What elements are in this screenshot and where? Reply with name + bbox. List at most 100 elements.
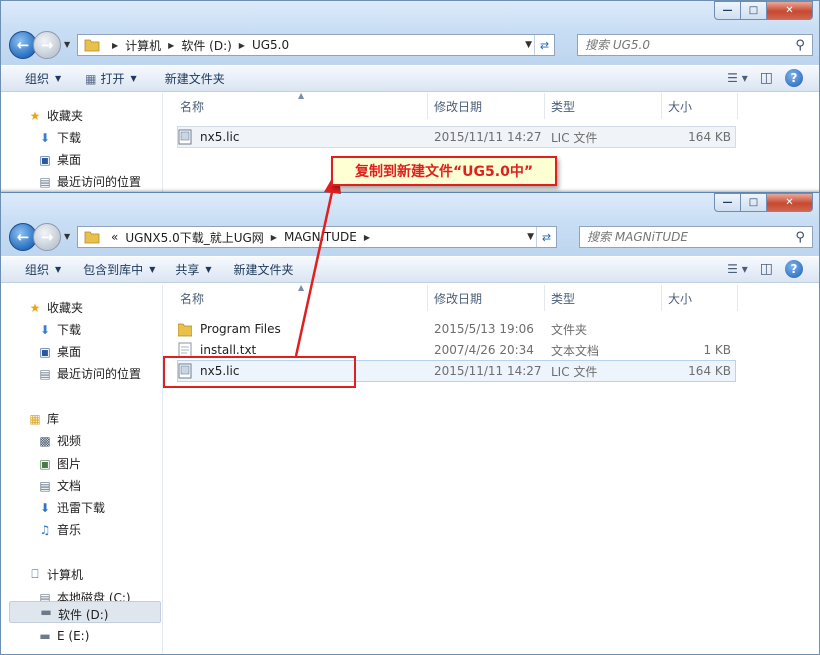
nav-label: 最近访问的位置	[57, 175, 142, 189]
share-menu[interactable]: 共享 ▼	[167, 261, 219, 278]
computer-icon: ⎕	[31, 567, 39, 581]
new-folder-button[interactable]: 新建文件夹	[157, 70, 233, 87]
help-icon[interactable]: ?	[785, 260, 803, 278]
address-dropdown-icon[interactable]: ▼	[527, 232, 534, 242]
search-box[interactable]: ⚲	[579, 226, 813, 248]
nav-drive-d[interactable]: ▬ 软件 (D:)	[9, 601, 161, 623]
caret-down-icon: ▼	[130, 74, 137, 83]
file-modified: 2015/11/11 14:27	[434, 364, 542, 378]
breadcrumb-drive-d[interactable]: 软件 (D:)	[181, 37, 231, 54]
column-header-modified[interactable]: 修改日期	[428, 285, 545, 311]
share-label: 共享	[175, 263, 200, 277]
nav-recent-places[interactable]: ▤ 最近访问的位置	[39, 173, 142, 190]
open-file-icon: ▦	[85, 71, 97, 86]
refresh-icon[interactable]: ⇄	[536, 227, 556, 247]
breadcrumb-separator-icon[interactable]: ▶	[364, 233, 370, 242]
breadcrumb-separator-icon: ▶	[112, 40, 119, 50]
nav-computer[interactable]: ⎕ 计算机	[31, 566, 83, 583]
address-bar[interactable]: ▶ 计算机 ▶ 软件 (D:) ▶ UG5.0 ▼ ⇄	[77, 34, 555, 56]
minimize-button[interactable]: —	[714, 1, 741, 20]
column-label: 修改日期	[434, 291, 483, 306]
nav-label: 桌面	[57, 345, 82, 359]
view-options-icon[interactable]: ☰ ▾	[727, 71, 748, 85]
nav-thunder-downloads[interactable]: ⬇ 迅雷下载	[40, 499, 106, 516]
window-controls: — □ ✕	[714, 193, 813, 212]
maximize-button[interactable]: □	[741, 193, 767, 212]
nav-drive-e[interactable]: ▬ E (E:)	[39, 629, 89, 643]
forward-button[interactable]: →	[33, 223, 61, 251]
search-input[interactable]	[580, 230, 796, 244]
column-header-type[interactable]: 类型	[545, 285, 662, 311]
view-options-icon[interactable]: ☰ ▾	[727, 262, 748, 276]
close-button[interactable]: ✕	[767, 1, 813, 20]
column-label: 类型	[551, 291, 576, 306]
nav-favorites[interactable]: ★ 收藏夹	[30, 299, 83, 316]
preview-pane-icon[interactable]: ◫	[760, 261, 773, 277]
nav-music[interactable]: ♫ 音乐	[40, 521, 81, 538]
nav-favorites[interactable]: ★ 收藏夹	[30, 107, 83, 124]
breadcrumb-ugnx-download[interactable]: UGNX5.0下载_就上UG网	[125, 229, 263, 246]
include-in-library-label: 包含到库中	[83, 263, 144, 277]
nav-videos[interactable]: ▩ 视频	[39, 432, 82, 449]
maximize-button[interactable]: □	[741, 1, 767, 20]
search-icon[interactable]: ⚲	[795, 38, 812, 53]
nav-recent-places[interactable]: ▤ 最近访问的位置	[39, 365, 142, 382]
file-row[interactable]: nx5.lic 2015/11/11 14:27 LIC 文件 164 KB	[177, 126, 736, 148]
column-header-size[interactable]: 大小	[662, 285, 738, 311]
organize-menu[interactable]: 组织 ▼	[17, 70, 69, 87]
file-modified: 2015/11/11 14:27	[434, 130, 542, 144]
nav-documents[interactable]: ▤ 文档	[39, 477, 81, 494]
address-dropdown-icon[interactable]: ▼	[525, 40, 532, 50]
new-folder-button[interactable]: 新建文件夹	[226, 261, 302, 278]
breadcrumb-separator-icon[interactable]: ▶	[239, 41, 245, 50]
open-menu[interactable]: ▦ 打开 ▼	[77, 70, 145, 87]
documents-icon: ▤	[39, 478, 51, 493]
organize-menu[interactable]: 组织 ▼	[17, 261, 69, 278]
music-icon: ♫	[39, 522, 51, 537]
breadcrumb-ug50[interactable]: UG5.0	[252, 38, 289, 52]
help-icon[interactable]: ?	[785, 69, 803, 87]
history-dropdown-icon[interactable]: ▼	[64, 40, 70, 49]
nav-label: 最近访问的位置	[57, 367, 142, 381]
column-header-size[interactable]: 大小	[662, 93, 738, 119]
search-icon[interactable]: ⚲	[795, 230, 812, 245]
column-header-name[interactable]: 名称 ▲	[174, 91, 428, 119]
column-label: 名称	[180, 99, 205, 114]
nav-downloads[interactable]: ⬇ 下载	[40, 129, 81, 146]
refresh-icon[interactable]: ⇄	[534, 35, 554, 55]
breadcrumb-overflow[interactable]: «	[111, 230, 118, 244]
organize-label: 组织	[25, 263, 50, 277]
include-in-library-menu[interactable]: 包含到库中 ▼	[75, 261, 163, 278]
column-header-modified[interactable]: 修改日期	[428, 93, 545, 119]
nav-pictures[interactable]: ▣ 图片	[39, 455, 81, 472]
command-bar: 组织 ▼ 包含到库中 ▼ 共享 ▼ 新建文件夹 ☰ ▾ ◫ ?	[1, 256, 819, 283]
column-header-name[interactable]: 名称 ▲	[174, 283, 428, 311]
breadcrumb-separator-icon[interactable]: ▶	[271, 233, 277, 242]
column-header-type[interactable]: 类型	[545, 93, 662, 119]
nav-desktop[interactable]: ▣ 桌面	[39, 343, 82, 360]
nav-downloads[interactable]: ⬇ 下载	[40, 321, 81, 338]
sort-ascending-icon: ▲	[298, 283, 305, 292]
forward-button[interactable]: →	[33, 31, 61, 59]
breadcrumb-computer[interactable]: 计算机	[125, 37, 161, 54]
history-dropdown-icon[interactable]: ▼	[64, 232, 70, 241]
drive-icon: ▬	[39, 629, 51, 643]
address-bar[interactable]: « UGNX5.0下载_就上UG网 ▶ MAGNiTUDE ▶ ▼ ⇄	[77, 226, 557, 248]
preview-pane-icon[interactable]: ◫	[760, 70, 773, 86]
column-label: 大小	[668, 291, 693, 306]
nav-libraries[interactable]: ▦ 库	[29, 410, 59, 427]
nav-label: 迅雷下载	[57, 501, 106, 515]
breadcrumb-magnitude[interactable]: MAGNiTUDE	[284, 230, 357, 244]
nav-label: 视频	[57, 434, 82, 448]
video-icon: ▩	[39, 433, 51, 448]
minimize-button[interactable]: —	[714, 193, 741, 212]
search-input[interactable]	[578, 38, 796, 52]
new-folder-label: 新建文件夹	[164, 72, 225, 86]
new-folder-label: 新建文件夹	[233, 263, 294, 277]
navigation-pane: ★ 收藏夹 ⬇ 下载 ▣ 桌面 ▤ 最近访问的位置 ▦ 库 ▩ 视频 ▣ 图片 ▤ 文档 ⬇ 迅雷…	[1, 285, 163, 654]
nav-desktop[interactable]: ▣ 桌面	[39, 151, 81, 168]
file-row[interactable]: Program Files 2015/5/13 19:06 文件夹	[177, 318, 736, 340]
close-button[interactable]: ✕	[767, 193, 813, 212]
search-box[interactable]: ⚲	[577, 34, 813, 56]
breadcrumb-separator-icon[interactable]: ▶	[168, 41, 174, 50]
